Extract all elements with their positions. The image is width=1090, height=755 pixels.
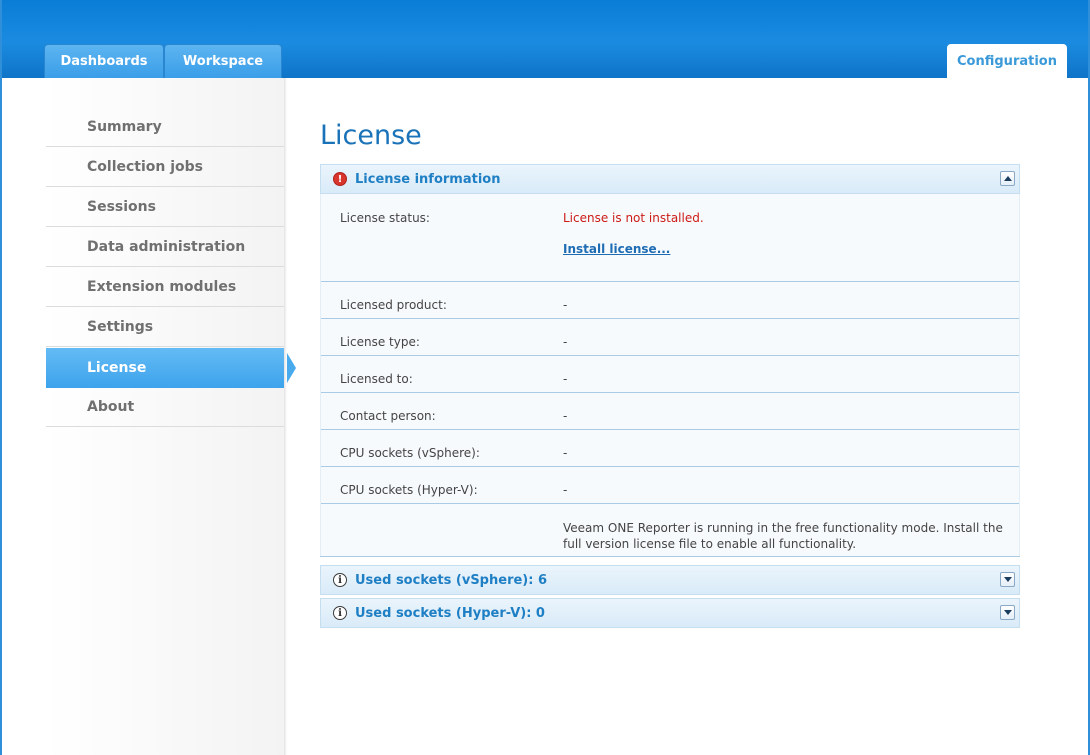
tab-workspace[interactable]: Workspace [164,44,282,78]
divider [321,466,1019,467]
license-status-label: License status: [340,211,430,225]
cpu-sockets-hyperv-label: CPU sockets (Hyper-V): [340,483,478,497]
collapse-button[interactable] [1000,171,1015,186]
divider [321,355,1019,356]
expand-button[interactable] [1000,605,1015,620]
error-icon: ! [333,172,347,186]
tab-dashboards[interactable]: Dashboards [44,44,164,78]
free-mode-note: Veeam ONE Reporter is running in the fre… [563,521,1003,551]
licensed-product-value: - [563,298,568,312]
divider [321,281,1019,282]
install-license-link[interactable]: Install license... [563,242,670,256]
chevron-down-icon [1003,610,1012,615]
divider [321,429,1019,430]
license-status-value: License is not installed. [563,211,704,225]
expand-button[interactable] [1000,572,1015,587]
licensed-product-label: Licensed product: [340,298,447,312]
chevron-down-icon [1003,577,1012,582]
license-information-body: License status: License is not installed… [320,194,1020,556]
sidebar-item-data-administration[interactable]: Data administration [46,227,284,267]
top-header-bar: Dashboards Workspace Configuration [2,0,1088,78]
license-information-header[interactable]: ! License information [320,164,1020,194]
cpu-sockets-hyperv-value: - [563,483,568,497]
sidebar-item-about[interactable]: About [46,387,284,427]
used-sockets-hyperv-header[interactable]: i Used sockets (Hyper-V): 0 [320,598,1020,628]
page-title: License [320,120,422,151]
app-window: Dashboards Workspace Configuration Summa… [0,0,1090,755]
licensed-to-value: - [563,372,568,386]
sidebar-item-settings[interactable]: Settings [46,307,284,347]
divider [321,503,1019,504]
licensed-to-label: Licensed to: [340,372,413,386]
used-sockets-vsphere-title: Used sockets (vSphere): 6 [355,572,548,588]
license-type-value: - [563,335,568,349]
info-icon: i [333,606,347,620]
contact-person-value: - [563,409,568,423]
info-icon: i [333,573,347,587]
used-sockets-hyperv-title: Used sockets (Hyper-V): 0 [355,605,545,621]
sidebar-item-collection-jobs[interactable]: Collection jobs [46,147,284,187]
sidebar-item-summary[interactable]: Summary [46,107,284,147]
sidebar-item-license-label: License [87,360,147,376]
chevron-up-icon [1003,176,1012,181]
license-type-label: License type: [340,335,420,349]
contact-person-label: Contact person: [340,409,436,423]
tab-configuration[interactable]: Configuration [947,44,1067,78]
sidebar-divider [284,78,287,755]
divider [321,318,1019,319]
used-sockets-vsphere-header[interactable]: i Used sockets (vSphere): 6 [320,565,1020,595]
sidebar-item-license[interactable]: License [46,348,296,388]
sidebar-item-sessions[interactable]: Sessions [46,187,284,227]
sidebar-nav: Summary Collection jobs Sessions Data ad… [46,78,296,755]
divider [320,556,1020,557]
cpu-sockets-vsphere-label: CPU sockets (vSphere): [340,446,480,460]
cpu-sockets-vsphere-value: - [563,446,568,460]
sidebar-item-extension-modules[interactable]: Extension modules [46,267,284,307]
license-information-title: License information [355,171,501,187]
divider [321,392,1019,393]
